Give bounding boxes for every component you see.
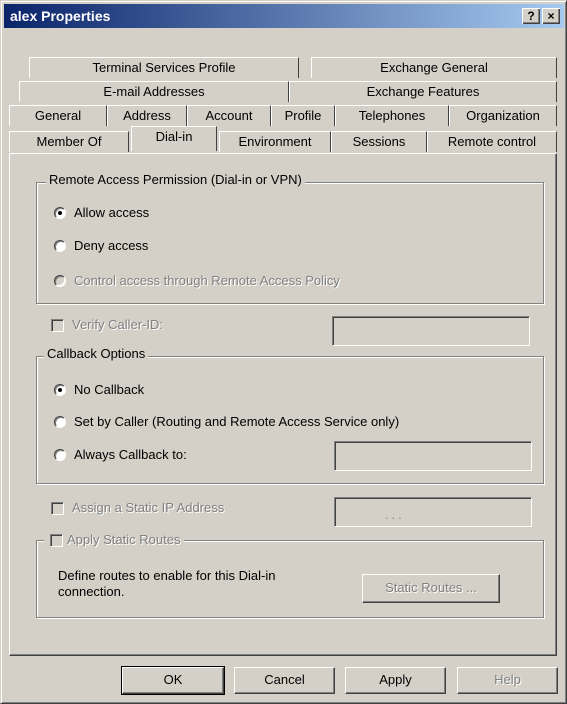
help-button: Help — [457, 667, 558, 694]
tab-email-addresses[interactable]: E-mail Addresses — [19, 81, 289, 102]
set-by-caller-label[interactable]: Set by Caller (Routing and Remote Access… — [74, 414, 399, 429]
no-callback-radio[interactable] — [54, 384, 66, 396]
window-title: alex Properties — [10, 8, 111, 24]
static-routes-label: Apply Static Routes — [67, 532, 181, 547]
tab-sessions[interactable]: Sessions — [331, 131, 427, 152]
allow-access-radio[interactable] — [54, 207, 66, 219]
set-by-caller-radio[interactable] — [54, 416, 66, 428]
tab-address[interactable]: Address — [107, 105, 187, 126]
tab-organization[interactable]: Organization — [449, 105, 557, 126]
cancel-button[interactable]: Cancel — [234, 667, 335, 694]
verify-caller-id-label: Verify Caller-ID: — [72, 317, 164, 332]
tab-exchange-features[interactable]: Exchange Features — [289, 81, 557, 102]
apply-button[interactable]: Apply — [345, 667, 446, 694]
tab-dial-in[interactable]: Dial-in — [131, 126, 217, 151]
static-ip-checkbox — [51, 502, 64, 515]
always-callback-radio[interactable] — [54, 449, 66, 461]
close-icon[interactable]: × — [542, 8, 560, 24]
allow-access-label[interactable]: Allow access — [74, 205, 149, 220]
tab-account[interactable]: Account — [187, 105, 271, 126]
verify-caller-id-checkbox — [51, 319, 64, 332]
tab-terminal-services-profile[interactable]: Terminal Services Profile — [29, 57, 299, 78]
callback-legend: Callback Options — [44, 346, 149, 361]
tab-remote-control[interactable]: Remote control — [427, 131, 557, 152]
no-callback-label[interactable]: No Callback — [74, 382, 144, 397]
tab-general[interactable]: General — [9, 105, 107, 126]
deny-access-radio[interactable] — [54, 240, 66, 252]
tab-exchange-general[interactable]: Exchange General — [311, 57, 557, 78]
tab-profile[interactable]: Profile — [271, 105, 335, 126]
tab-member-of[interactable]: Member Of — [9, 131, 129, 152]
static-ip-field: . . . — [334, 497, 532, 527]
dial-in-panel: Remote Access Permission (Dial-in or VPN… — [9, 153, 557, 656]
deny-access-label[interactable]: Deny access — [74, 238, 148, 253]
ok-button[interactable]: OK — [121, 666, 225, 695]
caller-id-field — [332, 316, 530, 346]
policy-access-radio — [54, 275, 66, 287]
callback-number-field — [334, 441, 532, 471]
always-callback-label[interactable]: Always Callback to: — [74, 447, 187, 462]
static-routes-description: Define routes to enable for this Dial-in… — [58, 568, 276, 599]
properties-dialog: alex Properties ? × Terminal Services Pr… — [0, 0, 567, 704]
static-routes-button: Static Routes ... — [362, 574, 500, 603]
policy-access-label: Control access through Remote Access Pol… — [74, 273, 340, 288]
ip-dots: . . . — [385, 508, 402, 522]
help-title-button[interactable]: ? — [522, 8, 540, 24]
title-bar[interactable]: alex Properties ? × — [4, 4, 564, 28]
tab-environment[interactable]: Environment — [219, 131, 331, 152]
remote-access-legend: Remote Access Permission (Dial-in or VPN… — [46, 172, 305, 187]
static-routes-checkbox — [50, 534, 63, 548]
static-ip-label: Assign a Static IP Address — [72, 500, 225, 515]
static-routes-legend: Apply Static Routes — [44, 532, 185, 548]
tab-telephones[interactable]: Telephones — [335, 105, 449, 126]
